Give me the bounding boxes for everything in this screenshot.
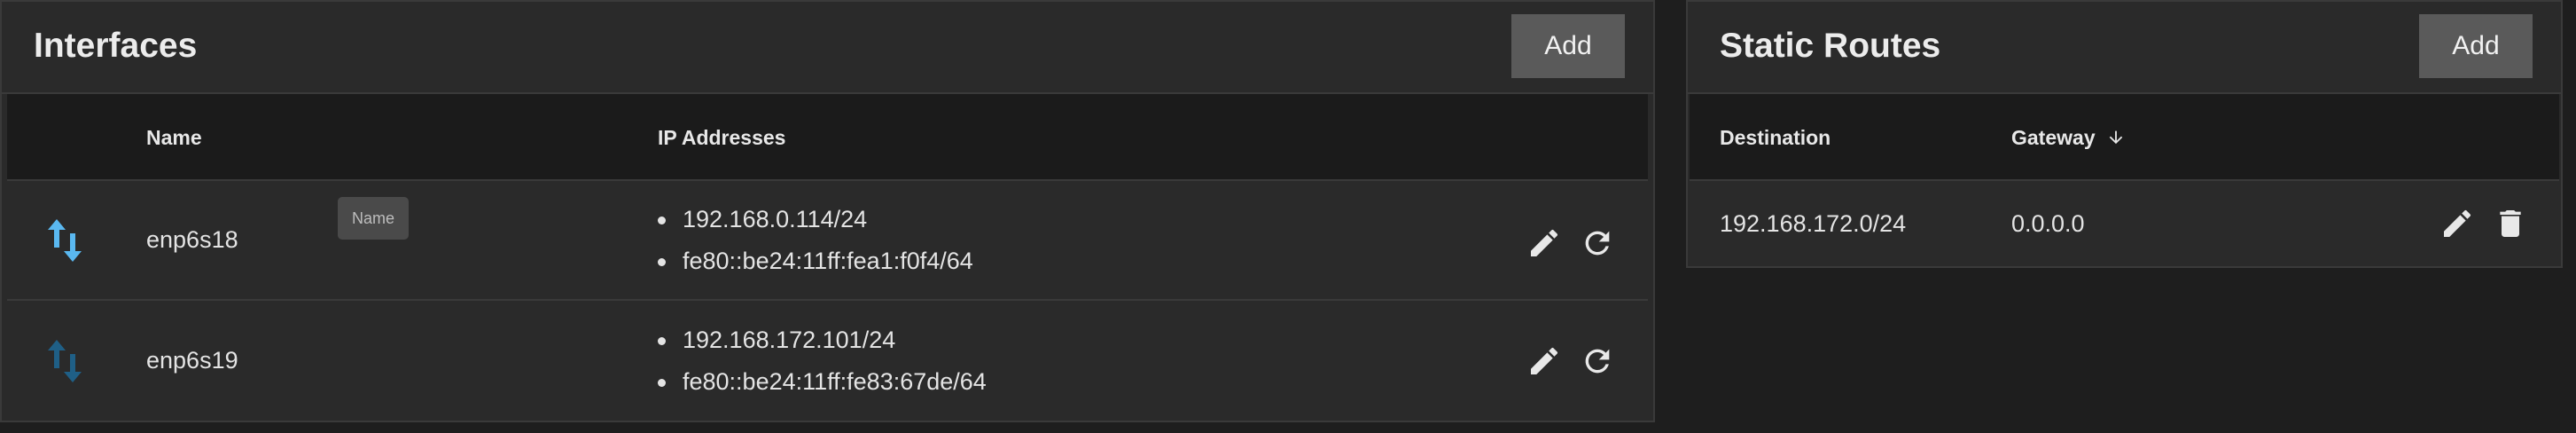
column-header-gateway[interactable]: Gateway bbox=[2011, 94, 2126, 181]
reset-interface-button[interactable] bbox=[1576, 222, 1619, 264]
interfaces-table-header: Name IP Addresses bbox=[7, 94, 1648, 181]
route-destination: 192.168.172.0/24 bbox=[1720, 209, 1907, 237]
interfaces-header: Interfaces Add bbox=[2, 2, 1653, 94]
link-state-active-icon bbox=[46, 181, 90, 299]
pencil-icon bbox=[2444, 209, 2471, 237]
static-routes-table: Destination Gateway 192.168.172.0/24 0.0… bbox=[1690, 94, 2559, 266]
interface-row-enp6s18[interactable]: enp6s18 Name 192.168.0.114/24 fe80::be24… bbox=[7, 181, 1648, 301]
pencil-icon bbox=[1531, 229, 1558, 256]
edit-interface-button[interactable] bbox=[1523, 222, 1565, 264]
interfaces-title: Interfaces bbox=[34, 27, 198, 65]
interface-name: enp6s18 bbox=[146, 226, 238, 253]
refresh-icon bbox=[1585, 231, 1610, 256]
ip-address: 192.168.0.114/24 bbox=[658, 199, 973, 240]
ip-address: 192.168.172.101/24 bbox=[658, 319, 987, 361]
interface-name: enp6s19 bbox=[146, 347, 238, 374]
column-header-ip-addresses[interactable]: IP Addresses bbox=[658, 94, 785, 181]
ip-address-cell: 192.168.0.114/24 fe80::be24:11ff:fea1:f0… bbox=[658, 181, 973, 299]
add-static-route-button[interactable]: Add bbox=[2419, 14, 2533, 78]
static-routes-header: Static Routes Add bbox=[1688, 2, 2561, 94]
link-state-inactive-icon bbox=[46, 301, 90, 421]
name-tooltip: Name bbox=[338, 197, 409, 240]
sort-arrow-down-icon bbox=[2109, 130, 2122, 145]
static-routes-card: Static Routes Add Destination Gateway 19… bbox=[1686, 0, 2563, 268]
ip-address: fe80::be24:11ff:fea1:f0f4/64 bbox=[658, 240, 973, 282]
static-route-row[interactable]: 192.168.172.0/24 0.0.0.0 bbox=[1690, 181, 2559, 266]
interface-row-enp6s19[interactable]: enp6s19 192.168.172.101/24 fe80::be24:11… bbox=[7, 301, 1648, 421]
reset-interface-button[interactable] bbox=[1576, 340, 1619, 382]
column-header-gateway-label: Gateway bbox=[2011, 125, 2096, 149]
delete-route-button[interactable] bbox=[2489, 202, 2532, 245]
static-routes-table-header: Destination Gateway bbox=[1690, 94, 2559, 181]
trash-icon bbox=[2500, 210, 2521, 237]
static-routes-title: Static Routes bbox=[1720, 27, 1941, 65]
pencil-icon bbox=[1531, 347, 1558, 374]
edit-interface-button[interactable] bbox=[1523, 340, 1565, 382]
refresh-icon bbox=[1585, 349, 1610, 374]
ip-address-cell: 192.168.172.101/24 fe80::be24:11ff:fe83:… bbox=[658, 301, 987, 421]
add-interface-button[interactable]: Add bbox=[1511, 14, 1625, 78]
column-header-name[interactable]: Name bbox=[146, 94, 202, 181]
ip-address: fe80::be24:11ff:fe83:67de/64 bbox=[658, 361, 987, 403]
column-header-destination[interactable]: Destination bbox=[1720, 94, 1831, 181]
interfaces-table: Name IP Addresses enp6s18 Name 192.168.0… bbox=[7, 94, 1648, 421]
route-gateway: 0.0.0.0 bbox=[2011, 209, 2085, 237]
edit-route-button[interactable] bbox=[2436, 202, 2478, 245]
interfaces-card: Interfaces Add Name IP Addresses enp6s18… bbox=[0, 0, 1655, 422]
